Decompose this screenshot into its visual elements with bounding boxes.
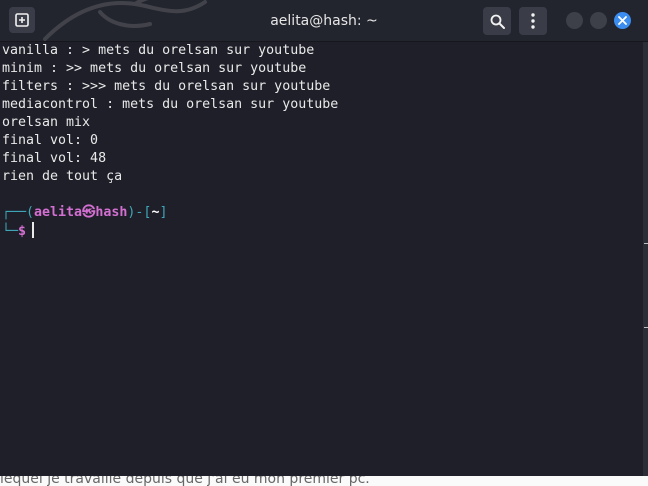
minimize-button[interactable] — [566, 12, 583, 29]
output-line: rien de tout ça — [2, 169, 123, 184]
search-icon — [490, 14, 505, 29]
output-line: filters : >>> mets du orelsan sur youtub… — [2, 79, 331, 94]
close-button[interactable] — [614, 12, 631, 29]
close-icon — [618, 16, 627, 25]
scrollbar-tick — [644, 327, 648, 328]
prompt-host: hash — [95, 205, 128, 220]
text-cursor — [32, 222, 35, 238]
output-line: final vol: 48 — [2, 151, 107, 166]
terminal-scrollbar[interactable] — [643, 42, 648, 476]
prompt-line-input[interactable]: └─$ — [2, 222, 35, 240]
prompt-corner-top: ┌──( — [2, 205, 35, 220]
output-line: vanilla : > mets du orelsan sur youtube — [2, 43, 315, 58]
prompt-separator: )-[ — [127, 205, 152, 220]
search-button[interactable] — [483, 7, 511, 35]
output-line: orelsan mix — [2, 115, 91, 130]
background-page-text: lequel je travaille depuis que j'ai eu m… — [0, 476, 370, 486]
maximize-button[interactable] — [590, 12, 607, 29]
output-line: mediacontrol : mets du orelsan sur youtu… — [2, 97, 339, 112]
new-tab-button[interactable] — [9, 7, 35, 33]
prompt-close-bracket: ] — [159, 205, 168, 220]
output-line: minim : >> mets du orelsan sur youtube — [2, 61, 307, 76]
menu-button[interactable] — [519, 7, 547, 35]
new-tab-icon — [15, 13, 29, 27]
output-line: final vol: 0 — [2, 133, 99, 148]
window-titlebar[interactable]: aelita@hash: ~ — [0, 0, 648, 42]
background-window: lequel je travaille depuis que j'ai eu m… — [0, 476, 648, 486]
terminal-view[interactable]: vanilla : > mets du orelsan sur youtube … — [0, 42, 643, 476]
prompt-symbol: $ — [18, 224, 27, 239]
prompt-corner-bottom: └─ — [2, 224, 19, 239]
prompt-user: aelita — [34, 205, 83, 220]
scrollbar-tick — [644, 243, 648, 244]
prompt-line-top: ┌──(aelita㉿hash)-[~] — [2, 204, 167, 222]
kebab-menu-icon — [531, 13, 535, 29]
prompt-at-symbol: ㉿ — [82, 205, 96, 220]
kali-dragon-watermark — [43, 0, 207, 41]
window-title: aelita@hash: ~ — [270, 12, 378, 29]
